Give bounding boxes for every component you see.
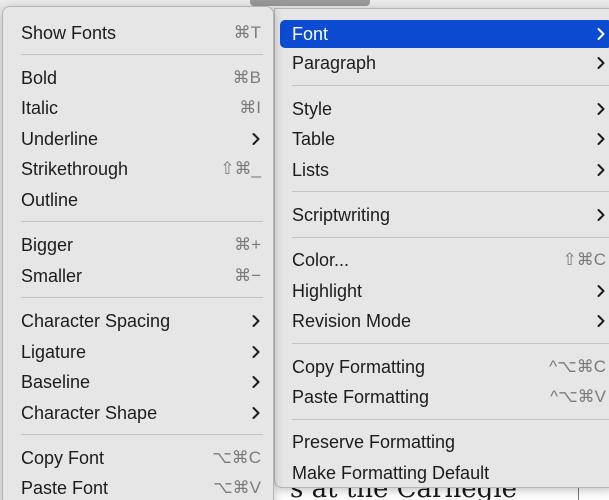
menu-item-bold[interactable]: Bold ⌘B — [9, 64, 267, 92]
menu-item-show-fonts[interactable]: Show Fonts ⌘T — [9, 19, 267, 47]
menu-item-label: Baseline — [21, 371, 91, 392]
menu-item-label: Font — [292, 23, 329, 44]
menu-item-outline[interactable]: Outline — [9, 186, 267, 214]
menu-item-label: Revision Mode — [292, 310, 412, 331]
menu-item-underline[interactable]: Underline — [9, 125, 267, 153]
keyboard-shortcut: ^⌥⌘C — [549, 357, 606, 376]
menu-item-scriptwriting[interactable]: Scriptwriting — [280, 201, 609, 229]
menu-item-ligature[interactable]: Ligature — [9, 338, 267, 366]
menu-item-label: Strikethrough — [21, 158, 129, 179]
chevron-right-icon — [249, 132, 263, 146]
chevron-right-icon — [594, 102, 608, 116]
menu-item-style[interactable]: Style — [280, 95, 609, 123]
menu-item-label: Smaller — [21, 265, 83, 286]
document-ruler-mark — [578, 488, 579, 500]
menu-item-copy-formatting[interactable]: Copy Formatting ^⌥⌘C — [280, 353, 609, 381]
menubar-edge — [250, 0, 370, 6]
menu-item-label: Make Formatting Default — [292, 462, 490, 483]
menu-item-label: Paste Formatting — [292, 386, 430, 407]
menu-item-label: Scriptwriting — [292, 204, 391, 225]
menu-item-font[interactable]: Font — [280, 20, 609, 48]
menu-item-lists[interactable]: Lists — [280, 156, 609, 184]
chevron-right-icon — [594, 56, 608, 70]
screen: s at the Carnegie Font Paragraph Style T… — [0, 0, 609, 500]
menu-item-label: Character Spacing — [21, 310, 171, 331]
menu-separator — [21, 297, 263, 298]
menu-separator — [21, 221, 263, 222]
menu-separator — [292, 85, 609, 86]
menu-item-label: Outline — [21, 189, 79, 210]
menu-item-label: Table — [292, 128, 336, 149]
menu-item-revision-mode[interactable]: Revision Mode — [280, 307, 609, 335]
keyboard-shortcut: ⇧⌘C — [562, 250, 606, 269]
keyboard-shortcut: ⌥⌘C — [212, 448, 261, 467]
keyboard-shortcut: ⌘− — [234, 266, 261, 285]
chevron-right-icon — [594, 27, 608, 41]
keyboard-shortcut: ⌘I — [239, 98, 261, 117]
menu-item-label: Underline — [21, 128, 99, 149]
menu-item-label: Copy Font — [21, 447, 105, 468]
keyboard-shortcut: ⌘T — [233, 23, 261, 42]
menu-separator — [21, 434, 263, 435]
chevron-right-icon — [594, 314, 608, 328]
menu-item-highlight[interactable]: Highlight — [280, 277, 609, 305]
menu-item-label: Ligature — [21, 341, 87, 362]
menu-item-label: Lists — [292, 159, 330, 180]
chevron-right-icon — [594, 284, 608, 298]
menu-item-label: Character Shape — [21, 402, 158, 423]
menu-item-bigger[interactable]: Bigger ⌘+ — [9, 231, 267, 259]
menu-item-label: Italic — [21, 97, 59, 118]
menu-item-label: Style — [292, 98, 333, 119]
menu-separator — [21, 54, 263, 55]
chevron-right-icon — [249, 406, 263, 420]
menu-item-character-shape[interactable]: Character Shape — [9, 399, 267, 427]
menu-separator — [292, 191, 609, 192]
chevron-right-icon — [249, 345, 263, 359]
menu-item-label: Copy Formatting — [292, 356, 426, 377]
menu-item-label: Paste Font — [21, 477, 109, 498]
menu-item-paragraph[interactable]: Paragraph — [280, 49, 609, 77]
menu-item-character-spacing[interactable]: Character Spacing — [9, 307, 267, 335]
menu-item-strikethrough[interactable]: Strikethrough ⇧⌘_ — [9, 155, 267, 183]
menu-item-paste-font[interactable]: Paste Font ⌥⌘V — [9, 474, 267, 500]
menu-separator — [292, 343, 609, 344]
menu-item-label: Color... — [292, 249, 350, 270]
menu-item-smaller[interactable]: Smaller ⌘− — [9, 262, 267, 290]
menu-item-table[interactable]: Table — [280, 125, 609, 153]
menu-item-label: Highlight — [292, 280, 363, 301]
format-menu: Font Paragraph Style Table Lists Scriptw… — [274, 8, 609, 488]
chevron-right-icon — [594, 208, 608, 222]
chevron-right-icon — [594, 132, 608, 146]
menu-item-label: Preserve Formatting — [292, 431, 456, 452]
keyboard-shortcut: ⌘+ — [234, 235, 261, 254]
chevron-right-icon — [249, 314, 263, 328]
menu-item-baseline[interactable]: Baseline — [9, 368, 267, 396]
menu-item-copy-font[interactable]: Copy Font ⌥⌘C — [9, 444, 267, 472]
menu-item-preserve-formatting[interactable]: Preserve Formatting — [280, 428, 609, 456]
keyboard-shortcut: ⌘B — [232, 68, 261, 87]
menu-item-italic[interactable]: Italic ⌘I — [9, 94, 267, 122]
menu-item-label: Bold — [21, 67, 58, 88]
keyboard-shortcut: ⇧⌘_ — [220, 159, 261, 178]
menu-item-paste-formatting[interactable]: Paste Formatting ^⌥⌘V — [280, 383, 609, 411]
menu-item-label: Paragraph — [292, 52, 377, 73]
menu-item-make-formatting-default[interactable]: Make Formatting Default — [280, 459, 609, 487]
keyboard-shortcut: ^⌥⌘V — [550, 387, 606, 406]
chevron-right-icon — [249, 375, 263, 389]
menu-item-label: Show Fonts — [21, 22, 117, 43]
menu-separator — [292, 237, 609, 238]
menu-item-color[interactable]: Color... ⇧⌘C — [280, 246, 609, 274]
chevron-right-icon — [594, 163, 608, 177]
menu-item-label: Bigger — [21, 234, 74, 255]
font-submenu: Show Fonts ⌘T Bold ⌘B Italic ⌘I Underlin… — [2, 6, 274, 500]
keyboard-shortcut: ⌥⌘V — [213, 478, 261, 497]
menu-separator — [292, 419, 609, 420]
